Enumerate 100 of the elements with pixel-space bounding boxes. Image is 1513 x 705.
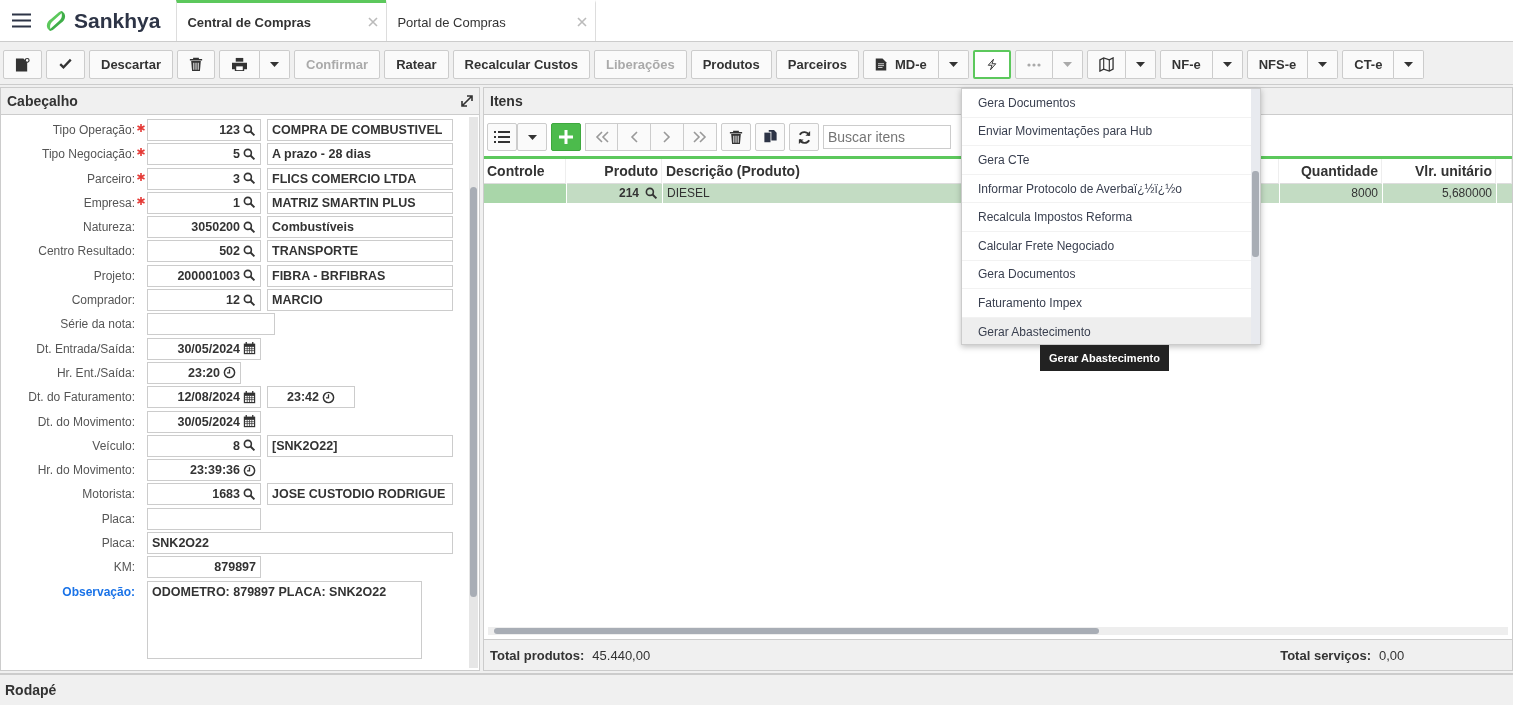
input-field[interactable]: 23:42 [267, 386, 355, 409]
scrollbar[interactable] [488, 627, 1508, 635]
print-button[interactable] [219, 50, 260, 79]
field-label: Centro Resultado: [37, 243, 135, 261]
dropdown-button[interactable] [1308, 50, 1339, 79]
input-field[interactable]: 12/08/2024 [147, 386, 261, 409]
input-field[interactable] [147, 313, 275, 336]
new-document-button[interactable] [3, 50, 42, 79]
input-field[interactable]: MARCIO [267, 289, 453, 312]
input-field[interactable]: 502 [147, 240, 261, 263]
toolbar-button[interactable]: MD-e [863, 50, 939, 79]
input-field[interactable]: 1683 [147, 483, 261, 506]
toolbar-button[interactable]: NFS-e [1246, 50, 1309, 79]
input-field[interactable]: 30/05/2024 [147, 410, 261, 433]
dropdown-button[interactable] [1212, 50, 1243, 79]
total-value: 0,00 [1379, 647, 1405, 663]
action-button[interactable] [972, 50, 1011, 79]
list-button[interactable] [487, 123, 517, 151]
field-label: Tipo Operação: [51, 122, 135, 139]
field-label: Motorista: [81, 486, 135, 504]
scrollbar[interactable] [469, 117, 478, 668]
input-field[interactable]: 200001003 [147, 264, 261, 287]
menu-item[interactable]: Enviar Movimentações para Hub [962, 117, 1251, 147]
input-field[interactable]: 5 [147, 143, 261, 166]
input-field[interactable]: 1 [147, 191, 261, 214]
tab[interactable]: Central de Compras [176, 0, 387, 41]
field-label: Veículo: [91, 437, 135, 455]
dropdown-button[interactable] [260, 50, 290, 79]
add-button[interactable] [551, 123, 581, 151]
input-field[interactable]: MATRIZ SMARTIN PLUS [267, 191, 453, 214]
tab[interactable]: Portal de Compras [386, 0, 597, 41]
delete-button[interactable] [721, 123, 751, 151]
menu-item[interactable]: Recalcula Impostos Reforma [962, 203, 1251, 232]
input-field[interactable]: 3 [147, 167, 261, 190]
input-field[interactable]: FLICS COMERCIO LTDA [267, 167, 453, 190]
map-button[interactable] [1086, 50, 1126, 79]
double-chevron-right-icon [693, 131, 707, 143]
map-icon [1098, 57, 1114, 72]
trash-icon [189, 57, 203, 72]
dropdown-button[interactable] [1125, 50, 1156, 79]
calendar-icon [243, 390, 256, 404]
first-button[interactable] [585, 123, 618, 151]
input-field[interactable]: TRANSPORTE [267, 240, 453, 263]
toolbar-button[interactable]: Descartar [89, 50, 173, 79]
menu-item[interactable]: Gerar Abastecimento [962, 317, 1251, 344]
input-field[interactable]: 12 [147, 289, 261, 312]
required-icon [137, 148, 145, 157]
caret-icon [1318, 62, 1328, 67]
input-field[interactable]: 8 [147, 434, 261, 457]
panel-title: Rodapé [5, 682, 57, 698]
input-field[interactable]: SNK2O22 [147, 532, 453, 555]
menu-item[interactable]: Calcular Frete Negociado [962, 231, 1251, 261]
total-label: Total produtos: [490, 647, 585, 663]
menu-item[interactable]: Gera Documentos [962, 260, 1251, 290]
input-field[interactable]: A prazo - 28 dias [267, 143, 453, 166]
caret-icon [1135, 62, 1145, 67]
copy-icon [762, 130, 778, 144]
menu-item[interactable]: Gera CTe [962, 146, 1251, 175]
search-icon [243, 147, 256, 161]
input-field[interactable]: 123 [147, 119, 261, 141]
tab-label[interactable]: Portal de Compras [397, 14, 506, 30]
dropdown-button[interactable] [517, 123, 547, 151]
caret-icon [1062, 62, 1072, 67]
scrollbar[interactable] [1251, 89, 1260, 344]
table-cell: 5,680000 [1383, 184, 1496, 203]
input-field[interactable]: 879897 [147, 556, 261, 579]
copy-button[interactable] [755, 123, 785, 151]
toolbar-button[interactable]: Recalcular Custos [452, 50, 591, 79]
menu-item[interactable]: Informar Protocolo de Averbaï¿½ï¿½o [962, 174, 1251, 204]
input-field[interactable]: 23:20 [147, 361, 241, 384]
clock-icon [243, 463, 256, 477]
input-field[interactable]: [SNK2O22] [267, 434, 453, 457]
toolbar-button[interactable]: Produtos [690, 50, 772, 79]
input-field[interactable]: Combustíveis [267, 216, 453, 239]
input-field[interactable]: FIBRA - BRFIBRAS [267, 264, 453, 287]
input-field[interactable]: COMPRA DE COMBUSTIVEL [267, 119, 453, 141]
field-label: Hr. Ent./Saída: [55, 364, 135, 382]
search-field[interactable]: Buscar itens [823, 125, 951, 149]
menu-item[interactable]: Faturamento Impex [962, 289, 1251, 318]
toolbar-button[interactable]: Ratear [384, 50, 449, 79]
input-field[interactable]: 3050200 [147, 216, 261, 239]
table-cell [1497, 184, 1512, 203]
input-field[interactable]: 30/05/2024 [147, 337, 261, 360]
confirm-button[interactable] [46, 50, 85, 79]
input-field[interactable]: 23:39:36 [147, 459, 261, 482]
textarea-field[interactable]: ODOMETRO: 879897 PLACA: SNK2O22 [147, 580, 422, 659]
input-field[interactable] [147, 507, 261, 530]
dropdown-button[interactable] [1394, 50, 1425, 79]
field-link[interactable]: Observação: [1, 580, 135, 603]
input-field[interactable]: JOSE CUSTODIO RODRIGUE [267, 483, 453, 506]
dropdown-button[interactable] [938, 50, 969, 79]
refresh-button[interactable] [789, 123, 819, 151]
panel-title: Cabeçalho [7, 93, 78, 109]
toolbar-button[interactable]: Parceiros [775, 50, 859, 79]
delete-button[interactable] [177, 50, 215, 79]
tab-label[interactable]: Central de Compras [187, 14, 311, 30]
toolbar-button[interactable]: NF-e [1159, 50, 1213, 79]
close-icon [368, 17, 379, 27]
menu-item[interactable]: Gera Documentos [962, 89, 1251, 118]
toolbar-button[interactable]: CT-e [1342, 50, 1395, 79]
